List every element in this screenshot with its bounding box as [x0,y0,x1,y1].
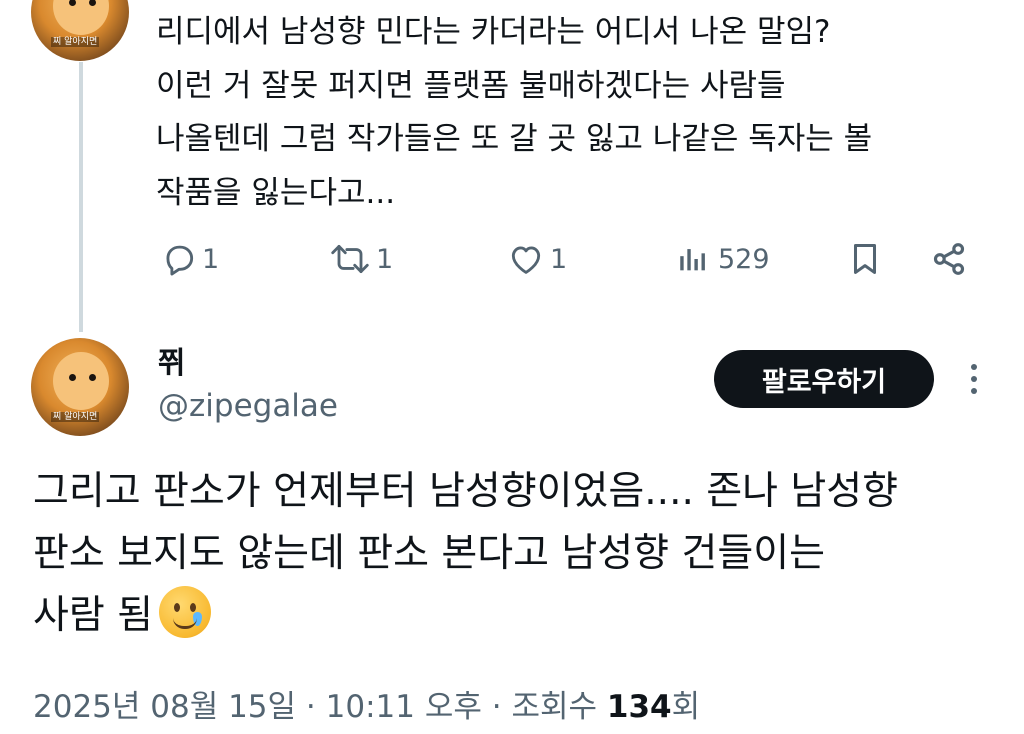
views-button[interactable]: 529 [676,236,770,282]
previous-tweet-avatar[interactable]: 찌 알아지면 [31,0,129,61]
views-chart-icon [680,249,705,271]
avatar-caption: 찌 알아지면 [51,37,100,47]
previous-tweet-line: 이런 거 잘못 퍼지면 플랫폼 불매하겠다는 사람들 [156,67,786,104]
separator: · [491,689,502,725]
reply-button[interactable]: 1 [160,236,219,282]
author-handle[interactable]: @zipegalae [158,388,338,424]
views-suffix: 회 [671,689,701,725]
separator: · [305,689,316,725]
previous-tweet-line: 작품을 잃는다고... [156,174,396,211]
more-dot [971,364,977,370]
avatar-hamster-face [53,352,109,410]
author-display-name[interactable]: 쮜 [158,338,186,382]
tweet-metadata: 2025년 08월 15일 · 10:11 오후 · 조회수 134회 [33,681,700,726]
share-button[interactable] [928,236,970,282]
avatar-caption: 찌 알아지면 [51,412,100,422]
author-avatar[interactable]: 찌 알아지면 [31,338,129,436]
tweet-text-line: 그리고 판소가 언제부터 남성향이었음.... 존나 남성향 [33,469,899,514]
tweet-text-line: 판소 보지도 않는데 판소 본다고 남성향 건들이는 [33,531,825,576]
like-count: 1 [550,243,568,275]
heart-icon [511,246,541,274]
avatar-eye-right [89,374,96,381]
views-label: 조회수 [511,689,598,725]
avatar-eye-left [69,374,76,381]
previous-tweet-text: 리디에서 남성향 민다는 카더라는 어디서 나온 말임? 이런 거 잘못 퍼지면… [156,6,976,220]
views-count: 134 [606,689,672,725]
previous-tweet-line: 리디에서 남성향 민다는 카더라는 어디서 나온 말임? [156,14,831,50]
share-icon [933,243,965,275]
more-dot [971,388,977,394]
views-count: 529 [718,243,770,275]
tweet-time[interactable]: 10:11 오후 [326,689,482,725]
tweet-text-line-last: 사람 됨 [33,585,1008,647]
face-holding-back-tears-emoji-icon [159,586,212,638]
retweet-count: 1 [376,243,394,275]
tweet-date[interactable]: 2025년 08월 15일 [33,689,296,725]
follow-button[interactable]: 팔로우하기 [714,350,934,408]
more-options-icon[interactable] [960,356,988,402]
tweet-text: 그리고 판소가 언제부터 남성향이었음.... 존나 남성향 판소 보지도 않는… [33,461,1008,647]
avatar-hamster-face [53,0,109,35]
reply-icon [166,245,194,276]
previous-tweet-line: 나올텐데 그럼 작가들은 또 갈 곳 잃고 나같은 독자는 볼 [156,121,873,157]
tweet-text-line: 사람 됨 [33,593,154,638]
bookmark-button[interactable] [846,236,884,282]
reply-count: 1 [202,243,220,275]
like-button[interactable]: 1 [506,236,567,282]
retweet-button[interactable]: 1 [328,236,393,282]
more-dot [971,376,977,382]
thread-connector-line [79,62,83,332]
bookmark-icon [853,244,877,274]
retweet-icon [331,245,369,273]
